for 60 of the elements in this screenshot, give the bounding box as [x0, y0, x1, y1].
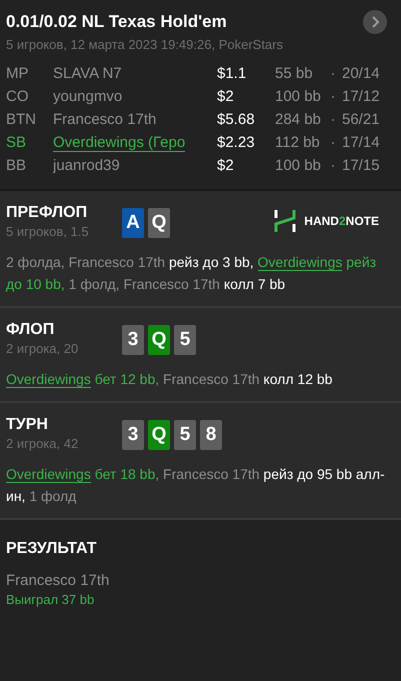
player-link[interactable]: Overdiewings (Геро — [53, 131, 217, 154]
street-info: 2 игрока, 20 — [6, 341, 80, 356]
separator-dot — [332, 142, 334, 144]
street-title: ПРЕФЛОП — [6, 204, 88, 222]
separator-dot — [332, 96, 334, 98]
separator-dot — [332, 118, 334, 120]
action-log: Overdiewings бет 12 bb, Francesco 17th колл 12 bb — [6, 370, 334, 390]
position-label: CO — [6, 87, 30, 107]
playing-card: Q — [148, 420, 170, 450]
stack-bb: 100 bb — [275, 156, 322, 176]
playing-card: Q — [148, 325, 170, 355]
action-log: Overdiewings бет 18 bb, Francesco 17th рейз до 95 bb алл-ин, 1 фолд — [6, 465, 386, 506]
player-stats: 20/14 — [342, 64, 381, 84]
position-label: MP — [6, 64, 30, 84]
playing-card: A — [122, 208, 144, 238]
action-log: 2 фолда, Francesco 17th рейз до 3 bb, Overdiewings рейз до 10 bb, 1 фолд, Francesco 17th колл 7 bb — [6, 253, 378, 294]
playing-card: 5 — [174, 325, 196, 355]
player-name: Francesco 17th — [53, 110, 158, 130]
separator-dot — [332, 72, 334, 74]
stack-amount: $2 — [217, 87, 235, 107]
street-title: ФЛОП — [6, 321, 56, 339]
position-label: BB — [6, 156, 28, 176]
stack-amount: $5.68 — [217, 110, 256, 130]
stack-amount: $2 — [217, 156, 235, 176]
result-title: РЕЗУЛЬТАТ — [6, 540, 98, 558]
playing-card: Q — [148, 208, 170, 238]
hand-title: 0.01/0.02 NL Texas Hold'em — [6, 12, 227, 32]
playing-card: 5 — [174, 420, 196, 450]
position-label: SB — [6, 133, 28, 153]
logo-icon — [274, 210, 296, 232]
player-stats: 56/21 — [342, 110, 381, 130]
playing-card: 3 — [122, 325, 144, 355]
stack-bb: 284 bb — [275, 110, 322, 130]
separator-dot — [332, 164, 334, 166]
winner-name: Francesco 17th — [6, 572, 110, 589]
player-stats: 17/15 — [342, 156, 381, 176]
player-link[interactable]: Overdiewings — [6, 371, 91, 388]
stack-amount: $2.23 — [217, 133, 256, 153]
player-stats: 17/12 — [342, 87, 381, 107]
hand-info: 5 игроков, 12 марта 2023 19:49:26, PokerStars — [6, 37, 284, 52]
player-name: juanrod39 — [53, 156, 121, 176]
chevron-right-icon — [370, 16, 380, 28]
stack-amount: $1.1 — [217, 64, 248, 84]
playing-card: 8 — [200, 420, 222, 450]
win-amount: Выиграл 37 bb — [6, 592, 96, 607]
stack-bb: 100 bb — [275, 87, 322, 107]
player-stats: 17/14 — [342, 133, 381, 153]
stack-bb: 112 bb — [275, 133, 321, 153]
player-name: SLAVA N7 — [53, 64, 123, 84]
player-name: youngmvo — [53, 87, 124, 107]
next-button[interactable] — [363, 10, 387, 34]
street-info: 2 игрока, 42 — [6, 436, 80, 451]
playing-card: 3 — [122, 420, 144, 450]
player-link[interactable]: Overdiewings — [258, 254, 342, 271]
logo-text: HAND2NOTE — [304, 214, 379, 228]
player-link[interactable]: Overdiewings — [6, 466, 91, 483]
position-label: BTN — [6, 110, 37, 130]
stack-bb: 55 bb — [275, 64, 314, 84]
street-info: 5 игроков, 1.5 — [6, 224, 90, 239]
street-title: ТУРН — [6, 416, 49, 434]
